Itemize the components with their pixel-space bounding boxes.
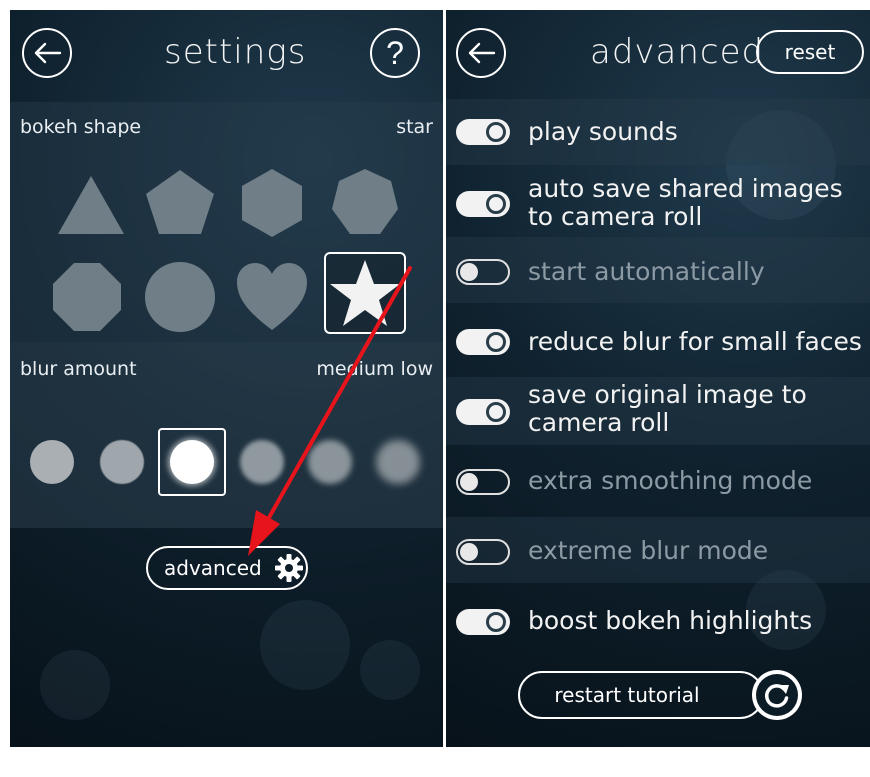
- annotation-arrow: [248, 266, 412, 556]
- annotation-arrow-head: [248, 510, 280, 556]
- annotation-arrow-shaft: [260, 266, 412, 532]
